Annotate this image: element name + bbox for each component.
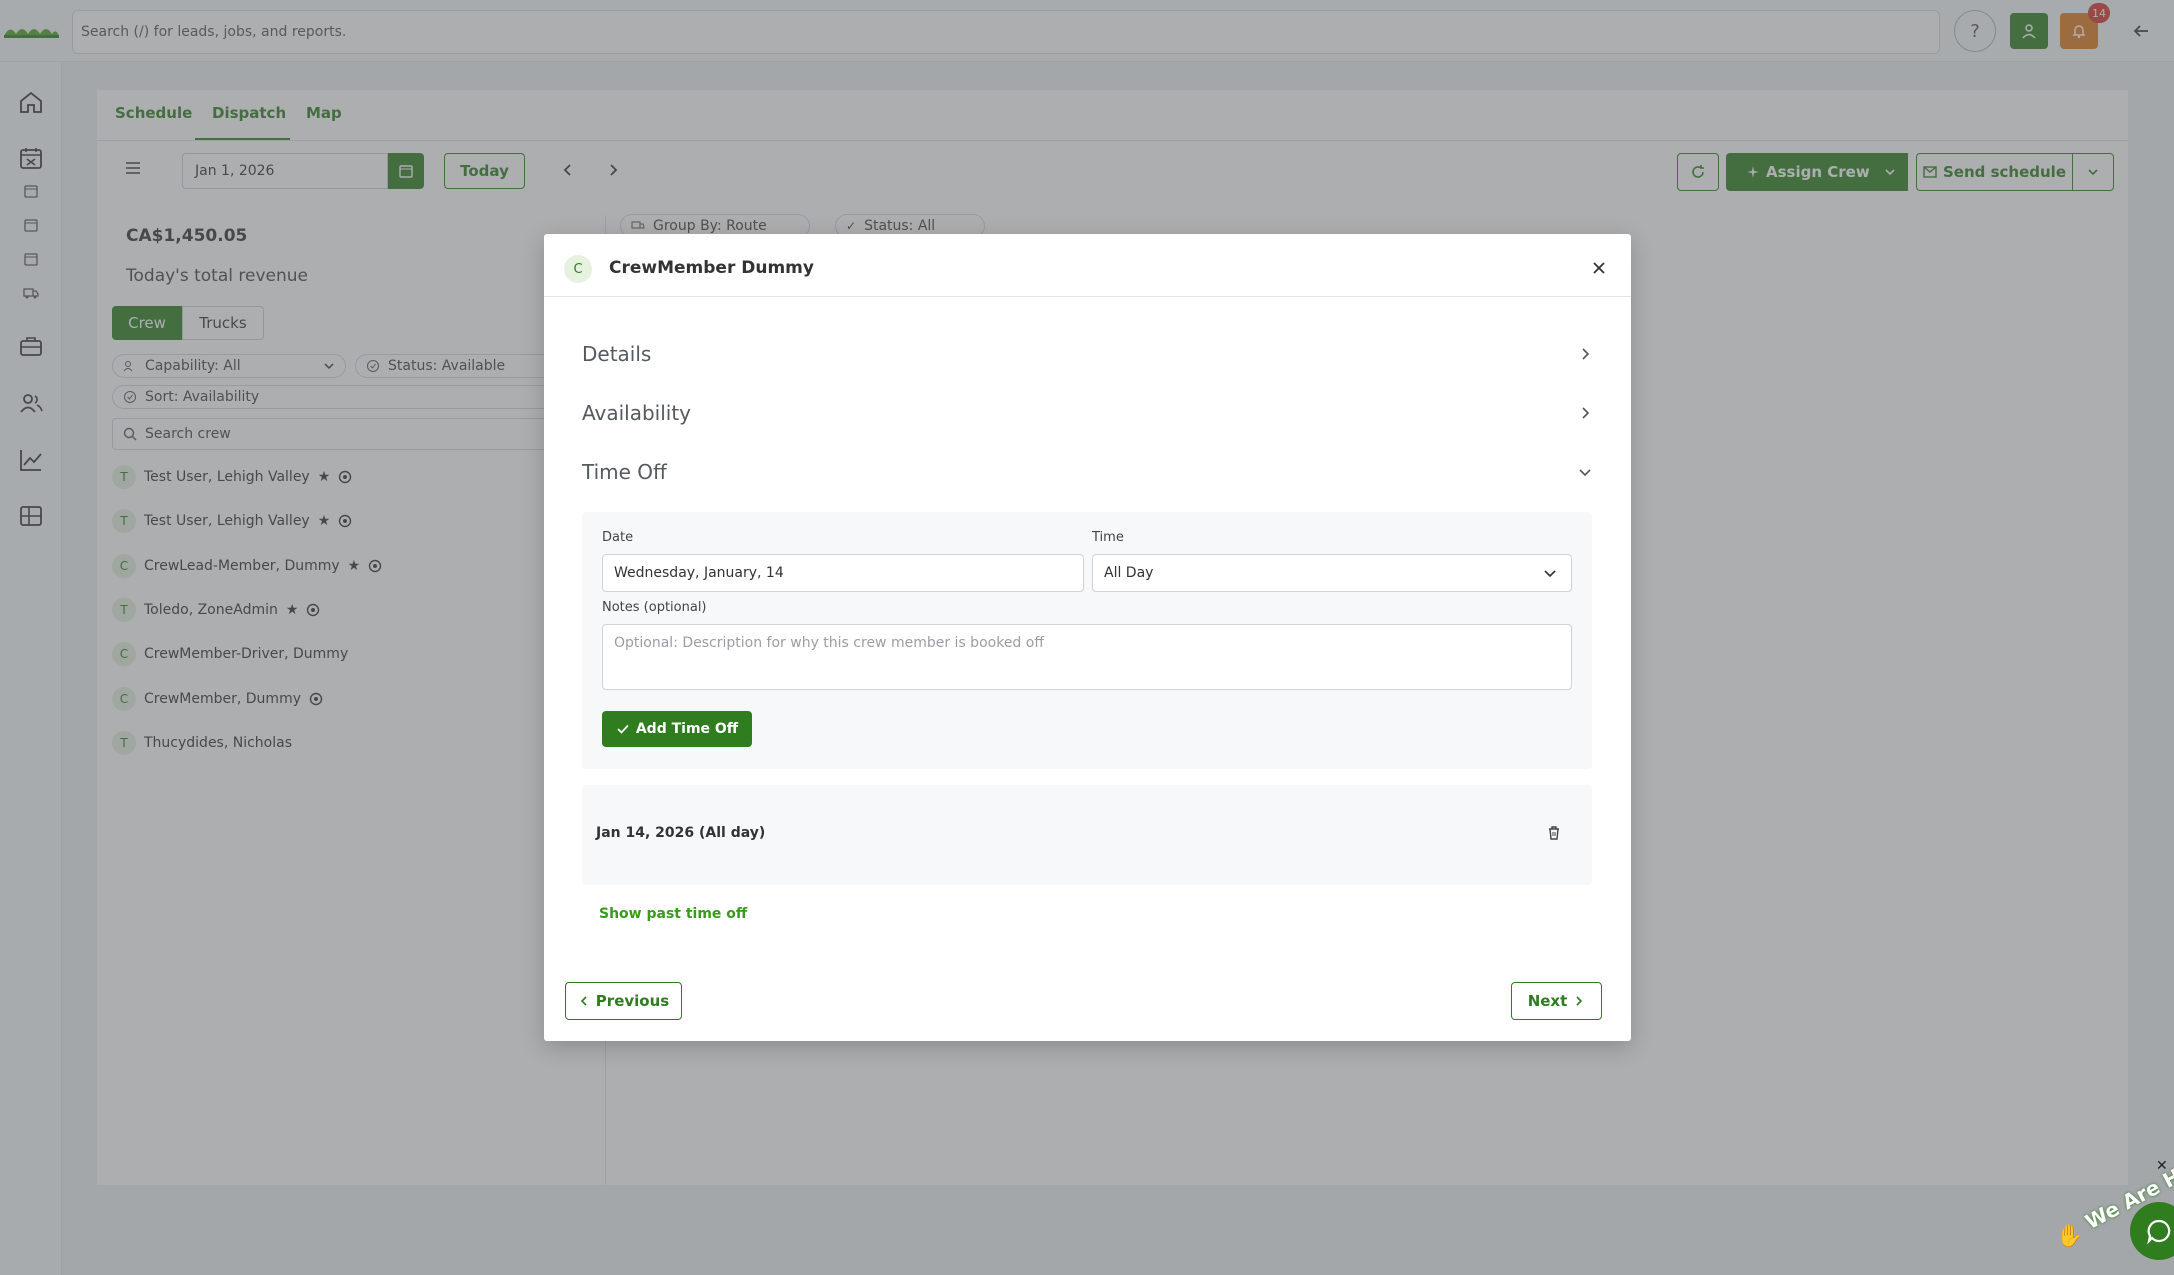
- chevron-down-icon: [1544, 570, 1556, 578]
- next-button[interactable]: Next: [1511, 982, 1602, 1020]
- time-off-form: Date Wednesday, January, 14 Time All Day…: [582, 512, 1592, 769]
- wave-hand-icon: ✋: [2056, 1224, 2084, 1249]
- time-off-entry-label: Jan 14, 2026 (All day): [596, 825, 766, 841]
- chevron-right-icon: [1576, 996, 1583, 1006]
- chevron-right-icon: [1577, 405, 1593, 421]
- trash-icon[interactable]: [1546, 825, 1562, 841]
- chevron-down-icon: [1577, 464, 1593, 480]
- add-time-off-label: Add Time Off: [635, 721, 739, 737]
- show-past-time-off-link[interactable]: Show past time off: [599, 906, 747, 922]
- date-label: Date: [602, 530, 634, 545]
- notes-label: Notes (optional): [602, 600, 707, 615]
- previous-button[interactable]: Previous: [565, 982, 682, 1020]
- chat-close-icon[interactable]: ✕: [2156, 1158, 2168, 1174]
- check-icon: [617, 724, 629, 734]
- chat-bubble-icon: [2147, 1219, 2171, 1245]
- crew-member-modal: C CrewMember Dummy Details Availability …: [544, 234, 1631, 1041]
- chat-bubble-button[interactable]: [2130, 1202, 2174, 1260]
- chevron-left-icon: [580, 996, 587, 1006]
- modal-header-divider: [544, 296, 1631, 297]
- details-section-header[interactable]: Details: [544, 334, 1631, 374]
- time-off-date-input[interactable]: Wednesday, January, 14: [602, 554, 1084, 592]
- time-select-value: All Day: [1104, 565, 1154, 581]
- availability-title: Availability: [582, 401, 692, 425]
- previous-label: Previous: [595, 992, 670, 1010]
- chat-widget[interactable]: We Are Here! ✋ ✕: [2050, 1142, 2174, 1275]
- close-icon[interactable]: [1590, 259, 1608, 277]
- time-off-title: Time Off: [582, 460, 667, 484]
- crew-avatar: C: [564, 255, 592, 283]
- time-label: Time: [1092, 530, 1124, 545]
- next-label: Next: [1527, 992, 1568, 1010]
- details-title: Details: [582, 342, 652, 366]
- chevron-right-icon: [1577, 346, 1593, 362]
- time-off-section-header[interactable]: Time Off: [544, 452, 1631, 492]
- time-off-entry: Jan 14, 2026 (All day): [582, 785, 1592, 885]
- add-time-off-button[interactable]: Add Time Off: [602, 711, 752, 747]
- availability-section-header[interactable]: Availability: [544, 393, 1631, 433]
- modal-title: CrewMember Dummy: [609, 258, 814, 278]
- time-select[interactable]: All Day: [1092, 554, 1572, 592]
- notes-textarea[interactable]: Optional: Description for why this crew …: [602, 624, 1572, 690]
